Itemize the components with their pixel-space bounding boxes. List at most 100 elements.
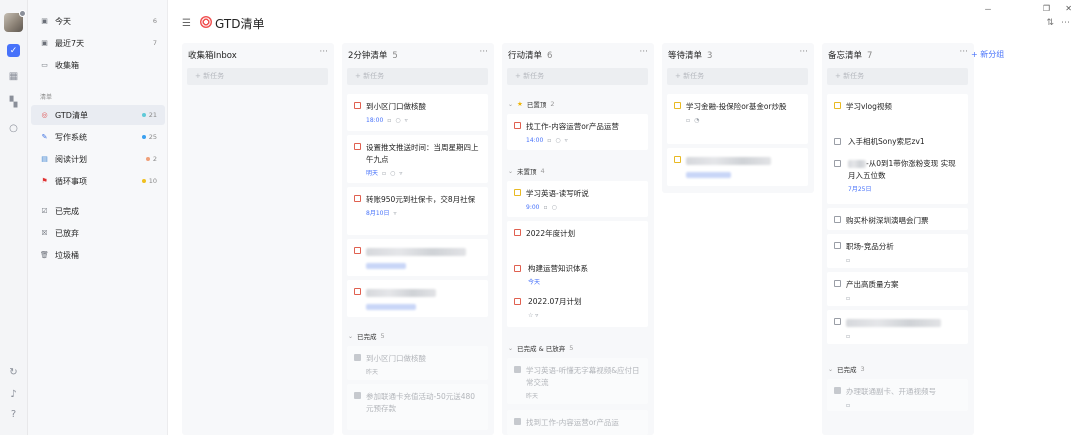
task-checkbox-checked[interactable] <box>354 354 361 361</box>
sidebar-item-trash[interactable]: 🗑 垃圾桶 <box>31 245 165 265</box>
task-checkbox[interactable] <box>514 189 521 196</box>
sidebar-item-reading[interactable]: ▤ 阅读计划 2 <box>31 149 165 169</box>
task-checkbox[interactable] <box>514 298 521 305</box>
task-checkbox[interactable] <box>834 318 841 325</box>
task-checkbox[interactable] <box>354 102 361 109</box>
column-more-icon[interactable]: ··· <box>479 47 488 57</box>
task-checkbox-checked[interactable] <box>834 387 841 394</box>
reminder-icon: ○ <box>395 117 401 124</box>
task-checkbox[interactable] <box>354 143 361 150</box>
sidebar-item-today[interactable]: ▣ 今天 6 <box>31 11 165 31</box>
kanban-main: ☰ GTD清单 － ❐ ✕ ⇅ ⋯ 收集箱Inbox ··· + 新任务 2分钟… <box>168 0 1080 435</box>
task-checkbox[interactable] <box>514 229 521 236</box>
new-task-input[interactable]: + 新任务 <box>187 68 328 85</box>
task-checkbox-checked[interactable] <box>354 392 361 399</box>
subtask[interactable]: 2022.07月计划 ☆ ▿ <box>514 296 582 322</box>
column-inbox: 收集箱Inbox ··· + 新任务 <box>182 43 334 435</box>
sidebar-item-completed[interactable]: ☑ 已完成 <box>31 201 165 221</box>
column-more-icon[interactable]: ··· <box>319 47 328 57</box>
task-checkbox[interactable] <box>834 280 841 287</box>
restore-button[interactable]: ❐ <box>1043 4 1050 13</box>
task-card-completed[interactable]: 办理联通副卡、开通视频号 ▫ <box>827 379 968 411</box>
more-icon[interactable]: ⋯ <box>1061 18 1070 28</box>
task-checkbox[interactable] <box>354 288 361 295</box>
minimize-button[interactable]: － <box>984 4 992 15</box>
sidebar-item-inbox[interactable]: ▭ 收集箱 <box>31 55 165 75</box>
done-abandoned-group-header[interactable]: ⌄ 已完成 & 已放弃 5 <box>508 343 573 353</box>
task-card-redacted[interactable] <box>667 148 808 186</box>
task-checkbox[interactable] <box>834 160 841 167</box>
task-card-redacted[interactable] <box>347 239 488 276</box>
new-task-input[interactable]: + 新任务 <box>347 68 488 85</box>
sidebar-item-recurring[interactable]: ⚑ 循环事项 10 <box>31 171 165 191</box>
pinned-group-header[interactable]: ⌄ ★ 已置顶 2 <box>508 99 555 109</box>
task-checkbox[interactable] <box>834 102 841 109</box>
subtask[interactable]: 入手相机Sony索尼zv1 <box>834 136 960 148</box>
new-task-input[interactable]: + 新任务 <box>827 68 968 85</box>
task-checkbox[interactable] <box>354 247 361 254</box>
task-checkbox[interactable] <box>514 265 521 272</box>
task-card[interactable]: 学习英语-读写听说 9:00 ▫ ○ <box>507 181 648 217</box>
task-card[interactable]: 到小区门口做核酸 18:00 ▫ ○ ▿ <box>347 94 488 131</box>
new-task-input[interactable]: + 新任务 <box>507 68 648 85</box>
task-card[interactable]: 找工作-内容运营or产品运营 14:00 ▫ ○ ▿ <box>507 114 648 150</box>
task-card[interactable]: 学习金融-投保险or基金or炒股 ▫ ◔ <box>667 94 808 144</box>
column-more-icon[interactable]: ··· <box>639 47 648 57</box>
avatar[interactable] <box>4 10 26 32</box>
task-card-completed[interactable]: 参加联通卡充值活动-50元送480元预存款 <box>347 384 488 430</box>
task-checkbox[interactable] <box>674 156 681 163</box>
task-card-redacted[interactable]: ▫ <box>827 310 968 344</box>
completed-group-header[interactable]: ⌄ 已完成 3 <box>828 364 865 374</box>
bell-icon[interactable]: ♪ <box>7 388 20 401</box>
close-button[interactable]: ✕ <box>1065 4 1072 13</box>
task-card-completed[interactable]: 找到工作-内容运营or产品运 <box>507 410 648 435</box>
reminder-icon: ○ <box>555 137 561 144</box>
task-checkbox[interactable] <box>674 102 681 109</box>
new-group-button[interactable]: + 新分组 <box>971 49 1004 60</box>
task-card[interactable]: 产出高质量方案 ▫ <box>827 272 968 306</box>
top-bar: ☰ GTD清单 － ❐ ✕ ⇅ ⋯ <box>168 0 1080 45</box>
menu-toggle-icon[interactable]: ☰ <box>182 18 191 29</box>
column-more-icon[interactable]: ··· <box>799 47 808 57</box>
task-card-completed[interactable]: 到小区门口做核酸 昨天 <box>347 346 488 380</box>
sidebar-item-abandoned[interactable]: ☒ 已放弃 <box>31 223 165 243</box>
pin-icon: ★ <box>517 100 523 108</box>
new-task-input[interactable]: + 新任务 <box>667 68 808 85</box>
grid-icon[interactable]: ▚ <box>7 96 20 109</box>
app-window: ✓ ▦ ▚ ○ ↻ ♪ ? ▣ 今天 6 ▣ 最近7天 7 ▭ 收集箱 清单 ◎… <box>0 0 1080 435</box>
task-card-redacted[interactable] <box>347 280 488 317</box>
task-card[interactable]: 职场-竞品分析 ▫ <box>827 234 968 268</box>
page-title: GTD清单 <box>215 17 265 31</box>
sidebar: ▣ 今天 6 ▣ 最近7天 7 ▭ 收集箱 清单 ◎ GTD清单 21 ✎ 写作… <box>28 0 168 435</box>
help-icon[interactable]: ? <box>7 408 20 421</box>
task-checkbox-checked[interactable] <box>514 366 521 373</box>
subtask[interactable]: -从0到1带你涨粉变现 实现月入五位数 7月25日 <box>834 158 960 196</box>
note-icon: ▫ <box>846 402 851 409</box>
task-card[interactable]: 转账950元到社保卡，交8月社保 8月10日 ▿ <box>347 187 488 235</box>
completed-group-header[interactable]: ⌄ 已完成 5 <box>348 331 385 341</box>
sidebar-item-gtd[interactable]: ◎ GTD清单 21 <box>31 105 165 125</box>
task-card-completed[interactable]: 学习英语-听懂无字幕视频&应付日常交流 昨天 <box>507 358 648 404</box>
task-checkbox-checked[interactable] <box>514 418 521 425</box>
task-checkbox[interactable] <box>834 138 841 145</box>
task-checkbox[interactable] <box>514 122 521 129</box>
sidebar-item-writing[interactable]: ✎ 写作系统 25 <box>31 127 165 147</box>
task-checkbox-icon[interactable]: ✓ <box>7 44 20 57</box>
unpinned-group-header[interactable]: ⌄ 未置顶 4 <box>508 166 545 176</box>
task-card[interactable]: 购买朴树深圳演唱会门票 <box>827 208 968 230</box>
task-checkbox[interactable] <box>834 242 841 249</box>
calendar-icon[interactable]: ▦ <box>7 70 20 83</box>
task-checkbox[interactable] <box>834 216 841 223</box>
sidebar-item-next7days[interactable]: ▣ 最近7天 7 <box>31 33 165 53</box>
sync-icon[interactable]: ↻ <box>7 366 20 379</box>
reminder-icon: ○ <box>390 170 396 177</box>
sort-icon[interactable]: ⇅ <box>1046 18 1054 28</box>
subtask[interactable]: 构建运营知识体系 今天 <box>514 263 588 289</box>
search-icon[interactable]: ○ <box>7 122 20 135</box>
task-card[interactable]: 设置推文推送时间：当周星期四上午九点 明天 ▫ ○ ▿ <box>347 135 488 183</box>
column-more-icon[interactable]: ··· <box>959 47 968 57</box>
section-label-lists: 清单 <box>40 94 53 101</box>
note-icon: ▿ <box>399 170 403 177</box>
note-icon: ▫ <box>846 257 851 264</box>
task-checkbox[interactable] <box>354 195 361 202</box>
